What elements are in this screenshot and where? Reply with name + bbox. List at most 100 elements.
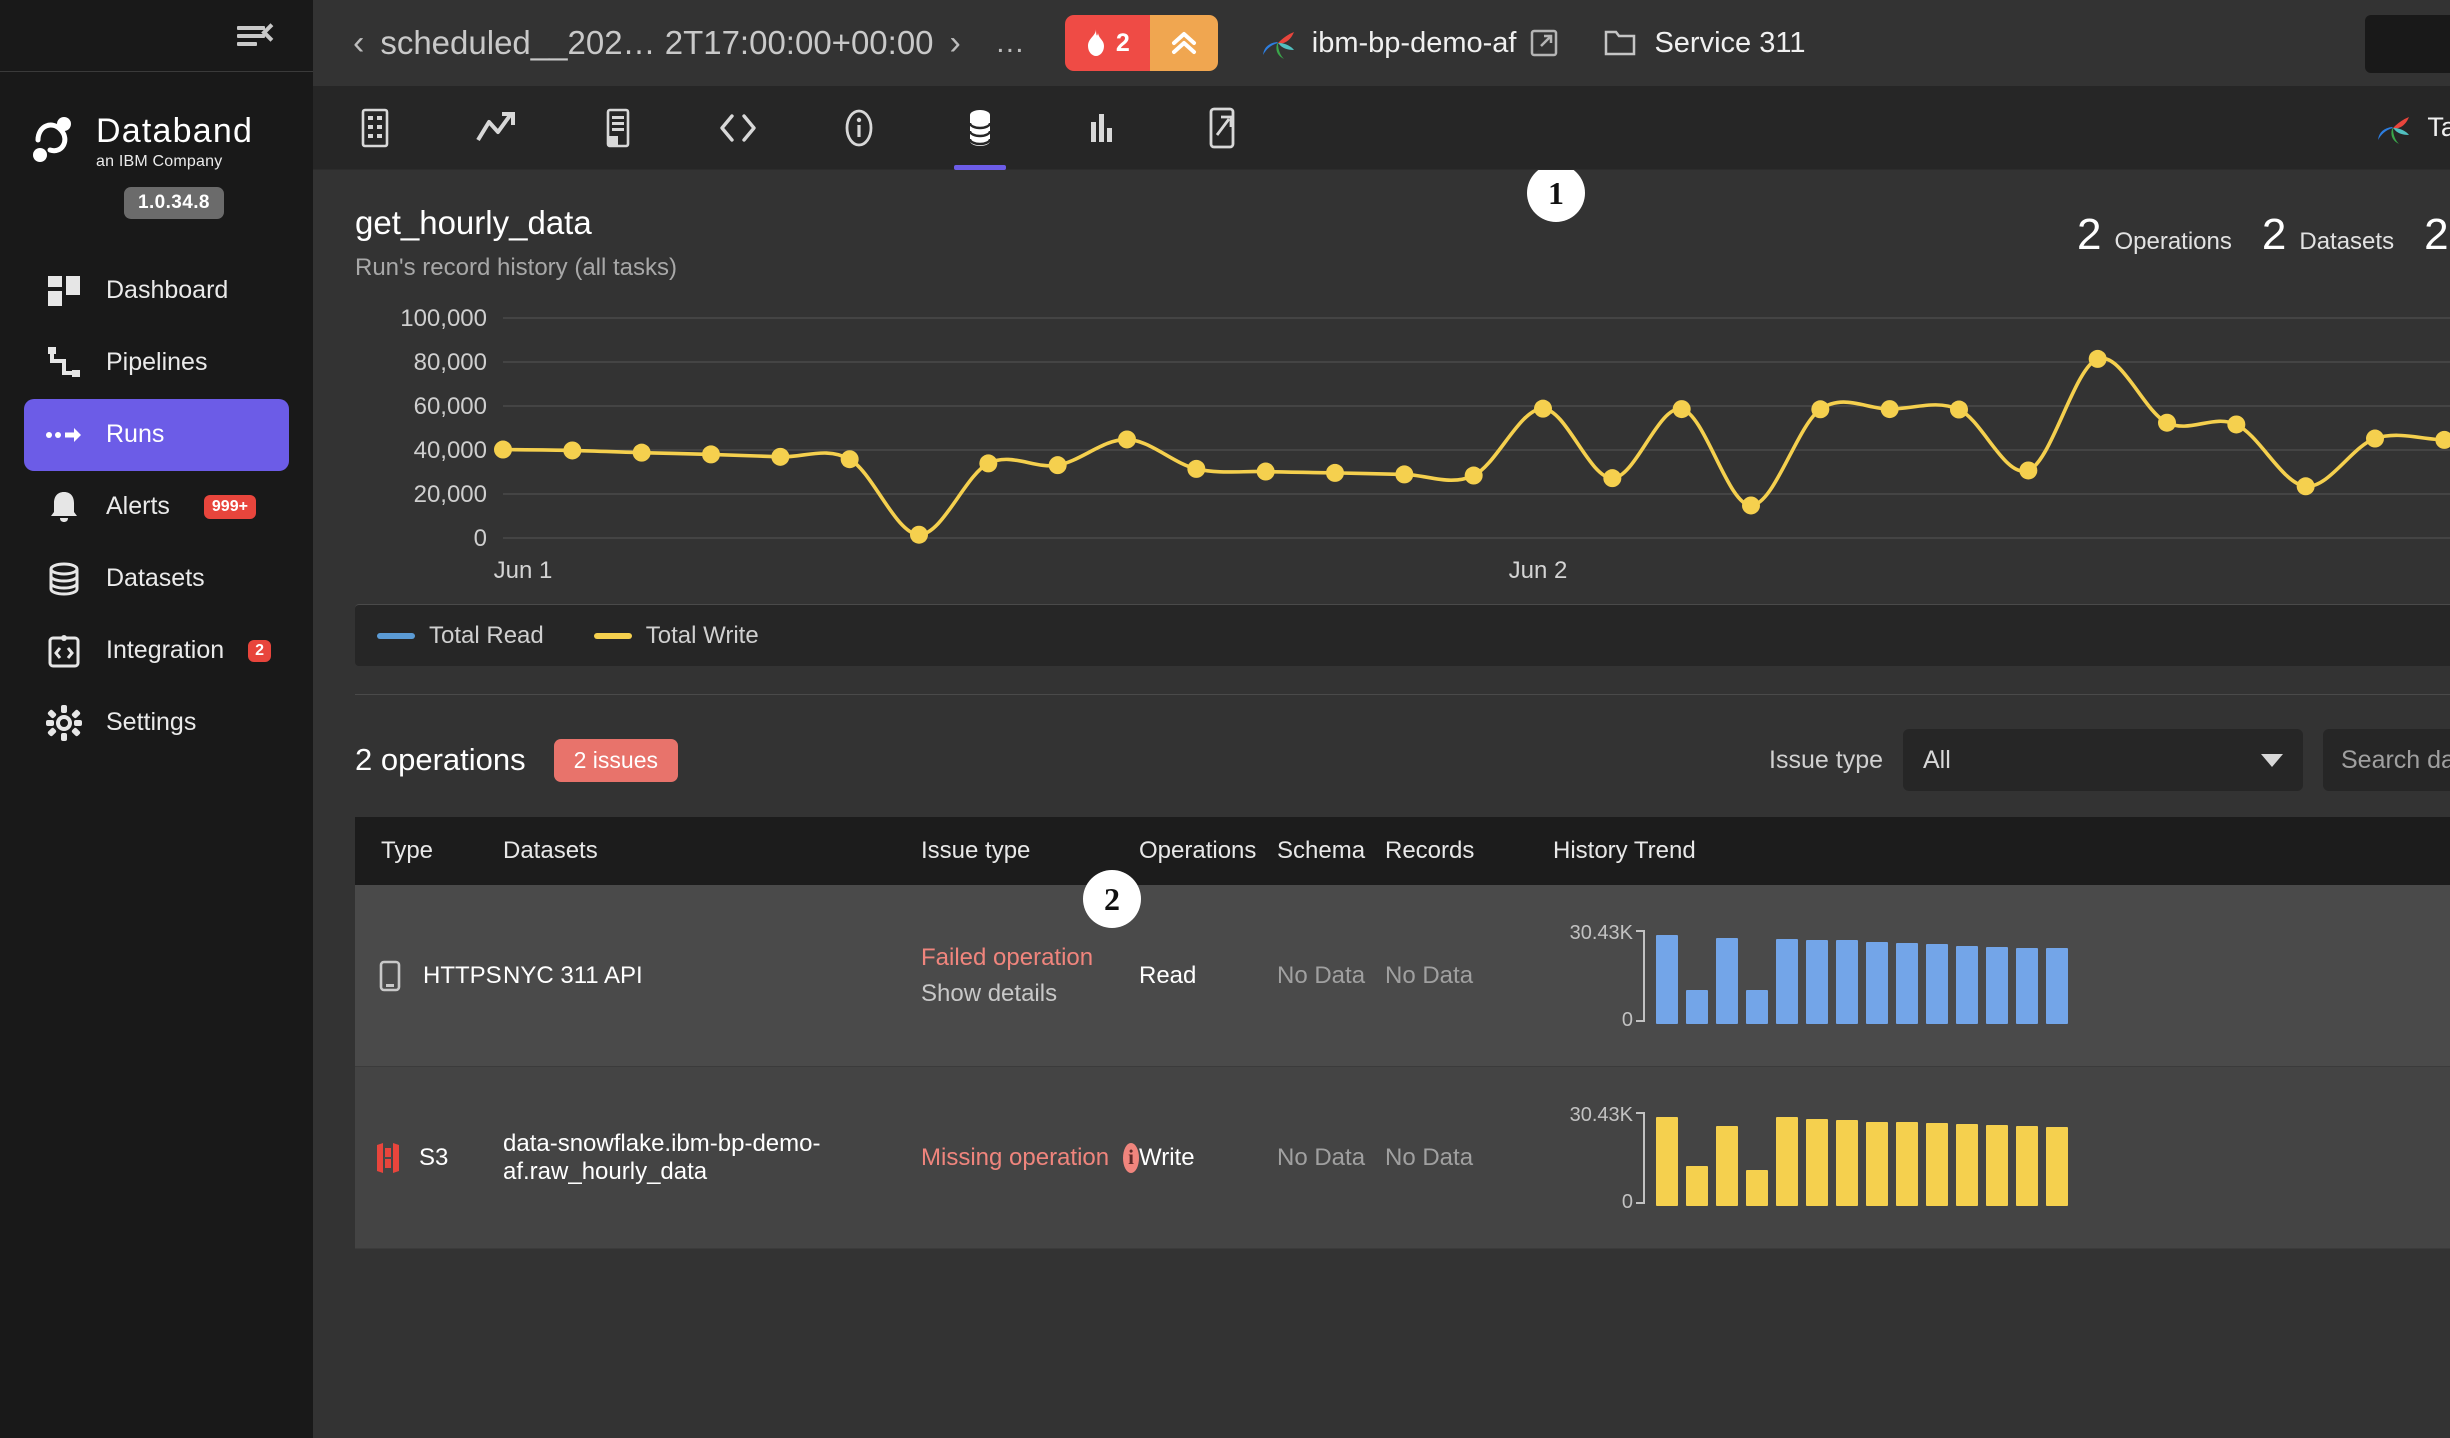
pipelines-icon bbox=[46, 345, 82, 381]
tab-trend[interactable] bbox=[458, 86, 534, 170]
callout-2: 2 bbox=[1083, 870, 1141, 928]
sparkline-bar bbox=[1866, 942, 1888, 1023]
cell-history-trend: 30.43K 0 bbox=[1553, 928, 2450, 1024]
folder-chip[interactable]: Service 311 bbox=[1604, 27, 1805, 60]
stat-operation-issues: 2 Operation Issues bbox=[2424, 210, 2450, 260]
global-search-box[interactable] bbox=[2365, 15, 2450, 73]
svg-text:0: 0 bbox=[474, 525, 487, 552]
stat-label: Datasets bbox=[2299, 228, 2394, 256]
external-link-icon[interactable] bbox=[1530, 29, 1558, 57]
app-root: Databand an IBM Company 1.0.34.8 Dashboa… bbox=[0, 0, 2450, 1438]
line-chart-svg[interactable]: 020,00040,00060,00080,000100,000Jun 1Jun… bbox=[355, 300, 2450, 600]
sidebar-item-dashboard[interactable]: Dashboard bbox=[24, 255, 289, 327]
prev-run-button[interactable]: ‹ bbox=[337, 26, 380, 60]
priority-up-pill[interactable] bbox=[1150, 15, 1218, 71]
chevron-double-up-icon bbox=[1169, 28, 1199, 58]
sparkline-bar bbox=[1836, 940, 1858, 1023]
sidebar-item-label: Pipelines bbox=[106, 348, 207, 377]
sidebar-item-runs[interactable]: Runs bbox=[24, 399, 289, 471]
type-label: HTTPS bbox=[423, 962, 502, 990]
run-status-pills: 2 bbox=[1065, 15, 1218, 71]
gear-icon bbox=[46, 705, 82, 741]
tab-log[interactable] bbox=[579, 86, 655, 170]
folder-name: Service 311 bbox=[1654, 27, 1805, 60]
dashboard-icon bbox=[46, 273, 82, 309]
column-header-issue-type: Issue type bbox=[921, 837, 1139, 865]
sparkline-bar bbox=[1656, 935, 1678, 1023]
tab-info[interactable] bbox=[821, 86, 897, 170]
project-chip[interactable]: ibm-bp-demo-af bbox=[1260, 25, 1517, 61]
sparkline-bracket bbox=[1636, 1112, 1645, 1204]
tab-code[interactable] bbox=[700, 86, 776, 170]
legend-item-total-read[interactable]: Total Read bbox=[377, 622, 544, 650]
column-header-records: Records bbox=[1385, 837, 1553, 865]
sidebar-item-label: Runs bbox=[106, 420, 164, 449]
stat-label: Operations bbox=[2114, 228, 2231, 256]
project-name: ibm-bp-demo-af bbox=[1312, 27, 1517, 60]
svg-text:Jun 2: Jun 2 bbox=[1509, 557, 1568, 584]
stat-value: 2 bbox=[2262, 210, 2286, 260]
next-run-button[interactable]: › bbox=[934, 26, 977, 60]
sparkline-bracket bbox=[1636, 930, 1645, 1022]
sparkline-bar bbox=[1656, 1117, 1678, 1205]
sparkline-bar bbox=[1866, 1122, 1888, 1206]
cell-schema: No Data bbox=[1277, 1144, 1385, 1172]
sidebar-item-pipelines[interactable]: Pipelines bbox=[24, 327, 289, 399]
column-header-history-trend: History Trend bbox=[1553, 837, 2450, 865]
info-icon bbox=[842, 108, 876, 148]
sparkline-bar bbox=[1836, 1120, 1858, 1206]
operations-title: 2 operations bbox=[355, 742, 526, 778]
sparkline: 30.43K 0 bbox=[1553, 1110, 2450, 1206]
operations-controls: Issue type All Search datasets bbox=[1769, 729, 2450, 791]
stat-value: 2 bbox=[2424, 210, 2448, 260]
external-link-icon bbox=[1205, 107, 1239, 149]
legend-label: Total Read bbox=[429, 622, 544, 650]
sidebar-item-alerts[interactable]: Alerts 999+ bbox=[24, 471, 289, 543]
brand-subtitle: an IBM Company bbox=[96, 153, 253, 171]
log-icon bbox=[600, 108, 634, 148]
trend-up-icon bbox=[474, 108, 518, 148]
info-icon[interactable]: i bbox=[1123, 1143, 1139, 1173]
table-row[interactable]: HTTPS NYC 311 API Failed operation Show … bbox=[355, 885, 2450, 1067]
record-history-chart: 020,00040,00060,00080,000100,000Jun 1Jun… bbox=[355, 300, 2450, 666]
issue-text: Failed operation bbox=[921, 944, 1139, 972]
sidebar-item-settings[interactable]: Settings bbox=[0, 687, 313, 759]
sparkline-bar bbox=[1806, 940, 1828, 1024]
table-row[interactable]: S3 data-snowflake.ibm-bp-demo-af.raw_hou… bbox=[355, 1067, 2450, 1249]
chart-header: get_hourly_data Run's record history (al… bbox=[355, 204, 2450, 282]
stat-operations: 2 Operations bbox=[2077, 210, 2232, 260]
tab-list-view[interactable] bbox=[337, 86, 413, 170]
task-chip[interactable]: Task bbox=[2375, 110, 2450, 146]
topbar: ‹ scheduled__202… 2T17:00:00+00:00 › … 2 bbox=[313, 0, 2450, 86]
issues-badge[interactable]: 2 issues bbox=[554, 739, 678, 782]
more-options-button[interactable]: … bbox=[977, 26, 1045, 60]
failed-count: 2 bbox=[1116, 29, 1130, 58]
sparkline-bar bbox=[1686, 990, 1708, 1024]
sidebar-header bbox=[0, 0, 313, 72]
sidebar-item-datasets[interactable]: Datasets bbox=[24, 543, 289, 615]
brand-name: Databand bbox=[96, 114, 253, 150]
sparkline-bar bbox=[1896, 943, 1918, 1023]
brand: Databand an IBM Company 1.0.34.8 bbox=[0, 72, 313, 219]
search-datasets-input[interactable]: Search datasets bbox=[2323, 729, 2450, 791]
sidebar-item-integration[interactable]: Integration 2 bbox=[24, 615, 289, 687]
failed-count-pill[interactable]: 2 bbox=[1065, 15, 1150, 71]
bell-icon bbox=[46, 489, 82, 525]
content-area: get_hourly_data Run's record history (al… bbox=[313, 170, 2450, 1438]
code-icon bbox=[716, 108, 760, 148]
tab-datasets[interactable] bbox=[942, 86, 1018, 170]
sidebar-item-label: Settings bbox=[106, 708, 196, 737]
legend-item-total-write[interactable]: Total Write bbox=[594, 622, 759, 650]
bar-chart-icon bbox=[1083, 108, 1119, 148]
tab-metrics[interactable] bbox=[1063, 86, 1139, 170]
tabbar: Task AIRFLOW bbox=[313, 86, 2450, 170]
issue-type-select[interactable]: All bbox=[1903, 729, 2303, 791]
collapse-sidebar-icon[interactable] bbox=[237, 21, 279, 51]
legend-swatch bbox=[377, 633, 415, 639]
tab-external[interactable] bbox=[1184, 86, 1260, 170]
sparkline-bar bbox=[1956, 946, 1978, 1024]
show-details-link[interactable]: Show details bbox=[921, 980, 1139, 1008]
legend-swatch bbox=[594, 633, 632, 639]
task-label: Task bbox=[2427, 112, 2450, 143]
issue-text: Missing operation bbox=[921, 1144, 1109, 1172]
